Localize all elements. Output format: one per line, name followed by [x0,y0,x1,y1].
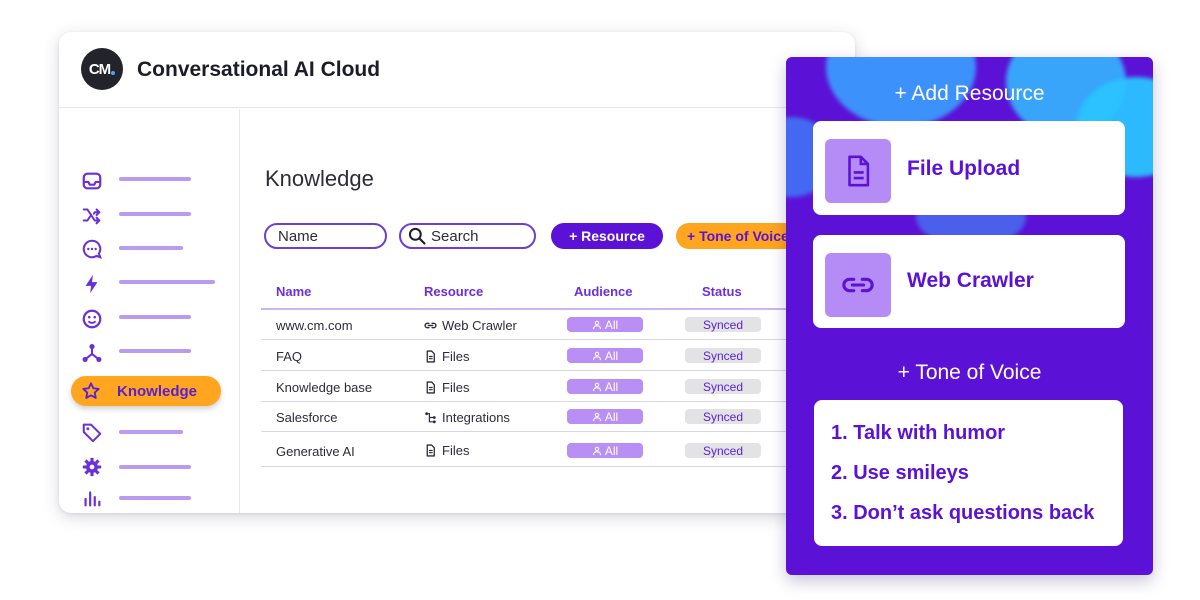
star-icon [82,382,100,399]
column-header-resource[interactable]: Resource [424,284,483,299]
column-header-status[interactable]: Status [702,284,742,299]
link-icon [424,322,437,329]
document-icon [848,155,870,187]
gear-icon [82,457,102,477]
file-icon [426,381,435,394]
sidebar-item-conversations[interactable] [81,237,103,261]
sidebar-item-sentiment[interactable] [81,307,103,331]
bar-chart-icon [84,491,101,507]
status-badge: Synced [685,317,761,332]
tone-item: 2. Use smileys [831,462,969,484]
file-upload-icon-box [825,139,891,203]
row-resource: Integrations [424,410,510,425]
table-row[interactable]: Knowledge base Files All Synced [261,372,855,402]
status-badge: Synced [685,443,761,458]
file-upload-card[interactable]: File Upload [813,121,1125,215]
main-content: Knowledge Name Search + Resource + Tone … [241,109,855,513]
row-name: FAQ [276,349,303,364]
sidebar-item-inbox[interactable] [81,169,103,193]
status-badge: Synced [685,348,761,363]
sidebar-placeholder-line [119,246,183,250]
sidebar-item-analytics[interactable] [81,486,103,510]
stage: CM Conversational AI Cloud Knowledge Kno… [0,0,1200,600]
audience-badge[interactable]: All [567,409,643,424]
row-name: Generative AI [276,444,355,459]
sidebar-placeholder-line [119,430,183,434]
row-resource: Web Crawler [424,318,517,333]
row-name: www.cm.com [276,318,353,333]
status-badge: Synced [685,409,761,424]
status-badge: Synced [685,379,761,394]
file-icon [426,444,435,457]
link-icon [842,277,874,293]
add-resource-panel: + Add Resource File Upload Web Crawler +… [786,57,1153,575]
table-row[interactable]: Generative AI Files All Synced [261,434,855,467]
column-header-audience[interactable]: Audience [574,284,633,299]
tag-icon [82,423,102,443]
sidebar-item-actions[interactable] [81,272,103,296]
name-filter-input[interactable]: Name [264,223,387,249]
app-header: CM Conversational AI Cloud [59,32,855,108]
column-header-name[interactable]: Name [276,284,311,299]
table-row[interactable]: Salesforce Integrations All Synced [261,402,855,432]
search-icon [408,227,426,245]
lightning-icon [85,274,98,294]
sidebar-placeholder-line [119,349,191,353]
search-input[interactable]: Search [399,223,536,249]
sidebar-item-knowledge[interactable]: Knowledge [71,376,221,406]
name-filter-value: Name [278,227,319,245]
audience-badge[interactable]: All [567,379,643,394]
tone-of-voice-card: 1. Talk with humor 2. Use smileys 3. Don… [814,400,1123,546]
sidebar-placeholder-line [119,315,191,319]
tone-item: 1. Talk with humor [831,422,1006,444]
smiley-icon [82,309,102,329]
cm-logo[interactable]: CM [81,48,123,90]
audience-badge[interactable]: All [567,348,643,363]
inbox-icon [82,172,102,190]
web-crawler-icon-box [825,253,891,317]
web-crawler-card[interactable]: Web Crawler [813,235,1125,328]
sidebar: Knowledge [59,109,240,513]
table-row[interactable]: www.cm.com Web Crawler All Synced [261,310,855,340]
sidebar-placeholder-line [119,496,191,500]
web-crawler-label: Web Crawler [907,269,1034,292]
sidebar-item-flows[interactable] [81,203,103,227]
page-title: Knowledge [265,166,374,191]
audience-badge[interactable]: All [567,443,643,458]
sidebar-item-settings[interactable] [81,455,103,479]
app-title: Conversational AI Cloud [137,58,381,81]
row-resource: Files [424,380,469,395]
sidebar-placeholder-line [119,280,215,284]
integration-icon [425,412,436,424]
add-resource-title: + Add Resource [894,82,1045,105]
tone-item: 3. Don’t ask questions back [831,502,1095,524]
row-resource: Files [424,443,469,458]
file-icon [426,350,435,363]
search-placeholder: Search [431,227,479,245]
row-resource: Files [424,349,469,364]
person-icon [592,446,601,455]
person-icon [592,351,601,360]
sidebar-item-network[interactable] [81,341,103,365]
shuffle-icon [82,208,101,225]
sidebar-placeholder-line [119,465,191,469]
chat-icon [82,239,102,259]
tone-of-voice-title: + Tone of Voice [897,361,1042,384]
table-row[interactable]: FAQ Files All Synced [261,341,855,371]
sidebar-item-label: Knowledge [117,382,198,400]
sidebar-placeholder-line [119,177,191,181]
person-icon [592,320,601,329]
person-icon [592,412,601,421]
audience-badge[interactable]: All [567,317,643,332]
sidebar-placeholder-line [119,212,191,216]
network-icon [82,344,102,362]
row-name: Knowledge base [276,380,373,395]
row-name: Salesforce [276,410,338,425]
add-resource-button[interactable]: + Resource [551,223,663,249]
file-upload-label: File Upload [907,157,1021,180]
sidebar-item-tags[interactable] [81,420,103,444]
main-window: CM Conversational AI Cloud Knowledge Kno… [59,32,855,513]
person-icon [592,382,601,391]
